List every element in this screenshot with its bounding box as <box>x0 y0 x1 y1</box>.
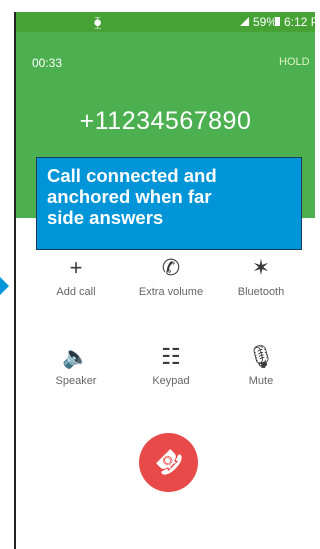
callout-line-3: side answers <box>47 207 164 228</box>
bluetooth-label: Bluetooth <box>237 286 285 298</box>
bluetooth-button[interactable]: ✶ Bluetooth <box>221 254 301 298</box>
extra-volume-label: Extra volume <box>138 286 204 298</box>
mic-muted-icon: 🎙 <box>247 344 275 369</box>
battery-icon <box>275 17 280 26</box>
extra-volume-button[interactable]: ✆ Extra volume <box>131 254 211 298</box>
call-timer: 00:33 <box>32 56 63 70</box>
phone-number: +11234567890 <box>79 107 252 135</box>
keypad-icon: ☷ <box>161 344 181 369</box>
hold-button[interactable]: HOLD <box>279 56 310 68</box>
mute-button[interactable]: 🎙 Mute <box>221 343 301 387</box>
annotation-callout: Call connected and anchored when far sid… <box>36 157 302 250</box>
status-clock: 6:12 PM <box>284 15 315 29</box>
keypad-button[interactable]: ☷ Keypad <box>131 343 211 387</box>
app-notification-icon: ⧳ <box>94 15 102 29</box>
status-bar: ⧳ 59% 6:12 PM <box>16 12 315 32</box>
callout-pointer <box>0 277 9 295</box>
callout-line-2: anchored when far <box>47 186 212 207</box>
bluetooth-icon: ✶ <box>251 255 271 280</box>
speaker-button[interactable]: 🔈 Speaker <box>36 343 116 387</box>
keypad-label: Keypad <box>152 375 190 387</box>
end-call-button[interactable]: ☎ <box>139 433 198 492</box>
plus-icon: + <box>69 255 83 280</box>
add-call-button[interactable]: + Add call <box>36 254 116 298</box>
callout-line-1: Call connected and <box>47 165 217 186</box>
mute-label: Mute <box>248 375 274 387</box>
signal-icon <box>240 17 249 26</box>
phone-volume-icon: ✆ <box>161 255 181 280</box>
speaker-icon: 🔈 <box>62 344 90 369</box>
speaker-label: Speaker <box>55 375 97 387</box>
add-call-label: Add call <box>56 286 96 298</box>
battery-percentage: 59% <box>253 15 278 29</box>
